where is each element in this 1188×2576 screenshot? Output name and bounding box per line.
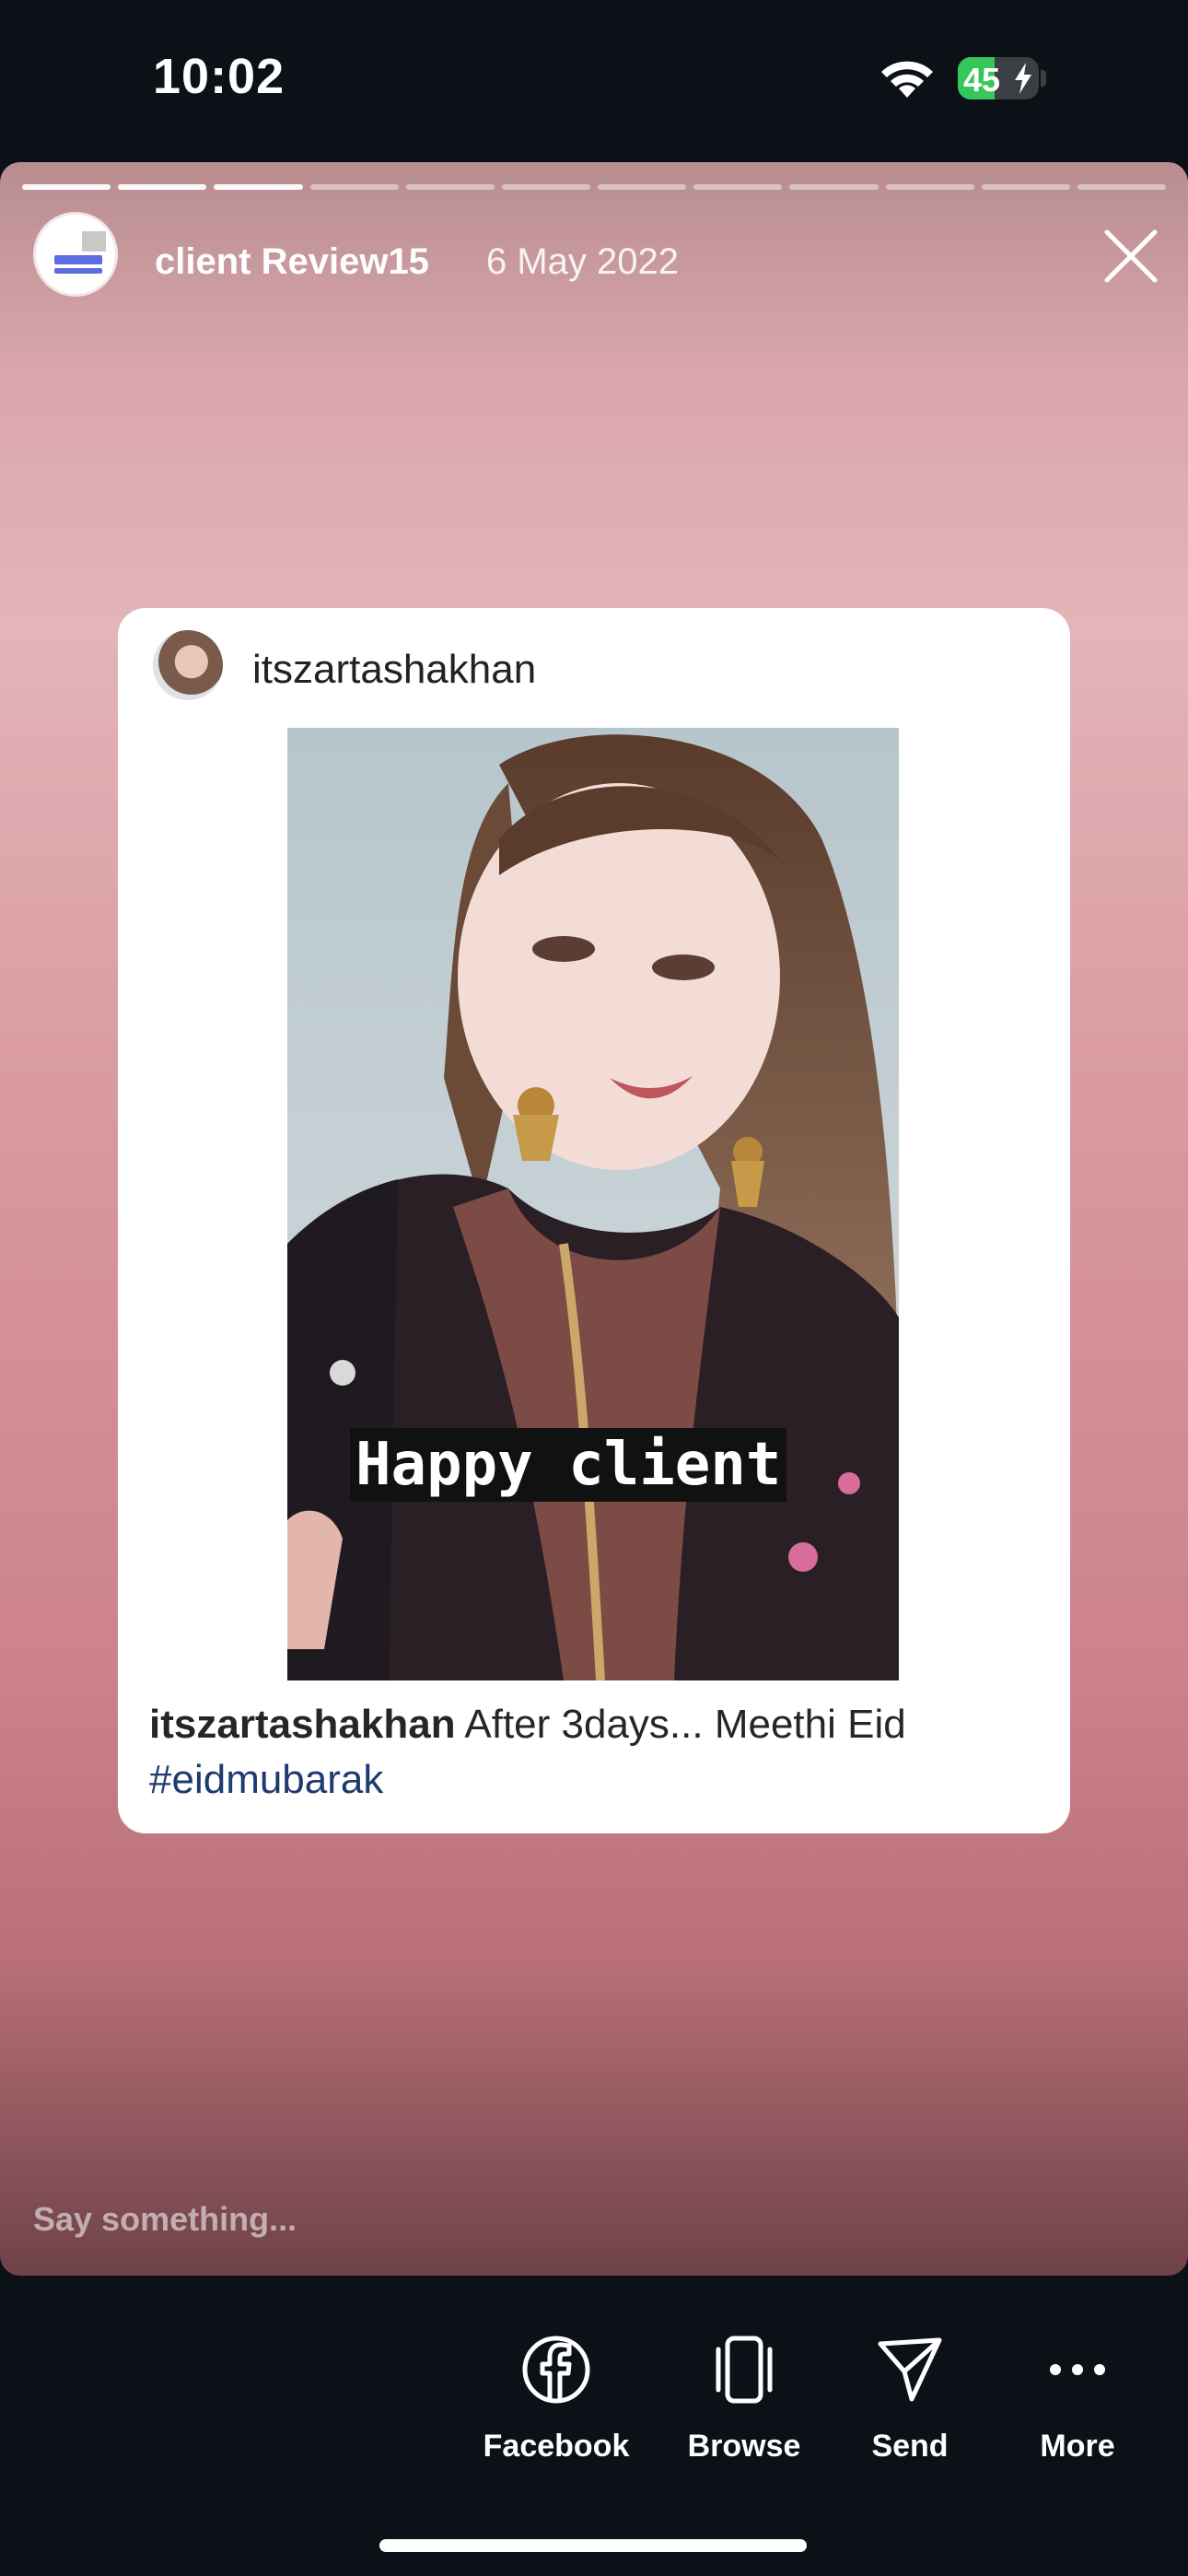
story-progress-segment	[501, 184, 591, 190]
caption-hashtag[interactable]: #eidmubarak	[149, 1757, 383, 1802]
story-date: 6 May 2022	[486, 241, 680, 282]
browse-icon	[716, 2336, 773, 2404]
status-time: 10:02	[153, 49, 285, 104]
post-author-username[interactable]: itszartashakhan	[252, 647, 536, 693]
post-photo-art	[287, 728, 899, 1680]
shared-post-card[interactable]: itszartashakhan Happy client itszartasha…	[118, 608, 1070, 1833]
share-browse-button[interactable]: Browse	[652, 2335, 836, 2465]
battery-indicator: 45	[958, 57, 1039, 100]
share-label-browse: Browse	[687, 2429, 801, 2464]
home-indicator[interactable]	[379, 2539, 807, 2552]
story-progress-segment	[22, 184, 111, 190]
post-photo[interactable]: Happy client	[287, 728, 899, 1680]
wifi-icon	[881, 61, 933, 98]
story-progress-segment	[118, 184, 207, 190]
charging-bolt-icon	[1015, 63, 1031, 94]
story-progress-segment	[214, 184, 303, 190]
close-icon[interactable]	[1101, 227, 1160, 286]
battery-level: 45	[963, 61, 1001, 99]
story-progress-bar	[22, 184, 1167, 190]
story-progress-segment	[981, 184, 1070, 190]
share-label-send: Send	[871, 2429, 949, 2464]
share-label-more: More	[1040, 2429, 1115, 2464]
story-progress-segment	[789, 184, 879, 190]
post-caption: itszartashakhan After 3days... Meethi Ei…	[149, 1697, 1033, 1808]
caption-username[interactable]: itszartashakhan	[149, 1702, 456, 1747]
story-progress-segment	[1077, 184, 1167, 190]
story-progress-segment	[309, 184, 399, 190]
post-author-avatar[interactable]	[153, 630, 223, 700]
story-progress-segment	[405, 184, 495, 190]
share-facebook-button[interactable]: Facebook	[464, 2335, 648, 2465]
share-send-button[interactable]: Send	[818, 2335, 1002, 2465]
story-username[interactable]: client Review15	[155, 241, 429, 283]
battery-nub	[1041, 70, 1046, 87]
send-icon	[878, 2337, 942, 2402]
share-more-button[interactable]: More	[985, 2335, 1170, 2465]
share-label-facebook: Facebook	[483, 2429, 630, 2464]
reply-input[interactable]: Say something...	[33, 2200, 297, 2239]
caption-text: After 3days... Meethi Eid	[455, 1702, 906, 1747]
story-progress-segment	[598, 184, 687, 190]
story-progress-segment	[885, 184, 974, 190]
story-avatar[interactable]	[33, 212, 118, 297]
facebook-icon	[522, 2336, 590, 2404]
more-icon	[1050, 2364, 1105, 2375]
story-progress-segment	[693, 184, 783, 190]
story-viewer[interactable]: client Review15 6 May 2022 itszartashakh…	[0, 162, 1188, 2276]
post-overlay-text: Happy client	[350, 1428, 787, 1502]
